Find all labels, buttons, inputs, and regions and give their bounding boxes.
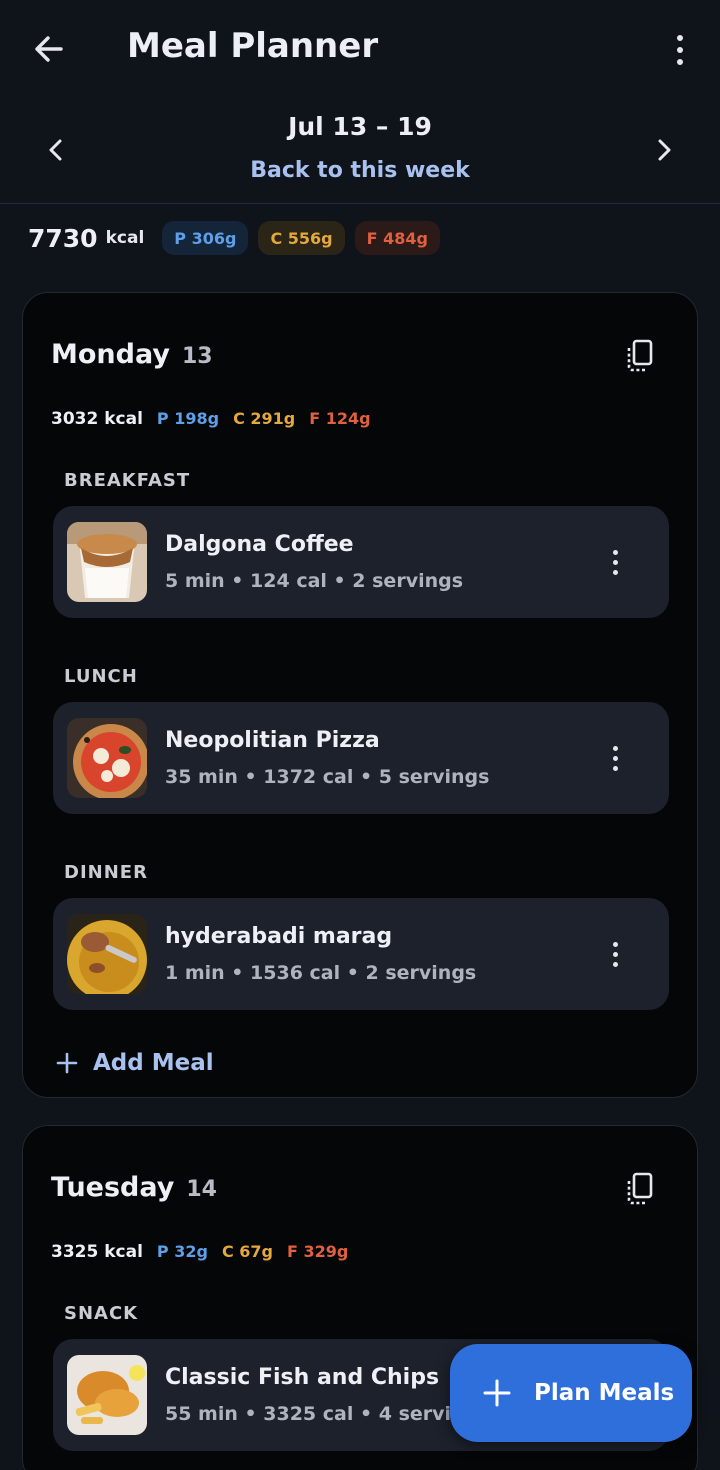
meal-meta: 1 min • 1536 cal • 2 servings	[165, 962, 477, 984]
day-card-monday: Monday 13 3032 kcal P 198g C 291g F 124g …	[22, 292, 698, 1098]
plus-icon	[483, 1379, 511, 1407]
meal-name: Dalgona Coffee	[165, 532, 354, 557]
meal-thumbnail-fish-and-chips	[67, 1355, 147, 1435]
day-fat: F 329g	[286, 1242, 349, 1261]
day-kcal: 3032 kcal	[51, 409, 143, 429]
section-label-snack: SNACK	[64, 1303, 139, 1324]
day-heading: Monday 13	[51, 339, 213, 370]
carbs-chip: C 556g	[258, 221, 345, 255]
day-macros: 3032 kcal P 198g C 291g F 124g	[51, 409, 371, 429]
meal-card[interactable]: Neopolitian Pizza 35 min • 1372 cal • 5 …	[53, 702, 669, 814]
meal-options-button[interactable]	[609, 544, 621, 580]
meal-card[interactable]: Dalgona Coffee 5 min • 124 cal • 2 servi…	[53, 506, 669, 618]
weekly-kcal-unit: kcal	[105, 228, 145, 248]
arrow-left-icon	[35, 36, 63, 62]
day-kcal: 3325 kcal	[51, 1242, 143, 1262]
back-to-this-week-link[interactable]: Back to this week	[0, 158, 720, 183]
meal-name: Classic Fish and Chips	[165, 1365, 440, 1390]
meal-meta: 35 min • 1372 cal • 5 servings	[165, 766, 490, 788]
plan-meals-label: Plan Meals	[534, 1380, 675, 1406]
copy-day-button[interactable]	[625, 1172, 657, 1206]
day-name: Tuesday	[51, 1172, 175, 1203]
more-vert-icon	[677, 35, 683, 65]
page-title: Meal Planner	[127, 26, 379, 66]
meal-name: Neopolitian Pizza	[165, 728, 380, 753]
meal-options-button[interactable]	[609, 740, 621, 776]
day-macros: 3325 kcal P 32g C 67g F 329g	[51, 1242, 348, 1262]
meal-thumbnail-hyderabadi-marag	[67, 914, 147, 994]
meal-meta: 55 min • 3325 cal • 4 servings	[165, 1403, 490, 1425]
overflow-menu-button[interactable]	[666, 30, 694, 70]
week-navigator: Jul 13 – 19 Back to this week	[0, 100, 720, 204]
day-protein: P 198g	[156, 409, 220, 428]
copy-icon	[627, 1172, 653, 1205]
plan-meals-fab[interactable]: Plan Meals	[450, 1344, 692, 1442]
back-button[interactable]	[28, 28, 70, 70]
day-carbs: C 67g	[221, 1242, 273, 1261]
day-protein: P 32g	[156, 1242, 208, 1261]
fat-chip: F 484g	[354, 221, 440, 255]
section-label-lunch: LUNCH	[64, 666, 138, 687]
app-bar: Meal Planner	[0, 0, 720, 96]
meal-thumbnail-neopolitian-pizza	[67, 718, 147, 798]
section-label-breakfast: BREAKFAST	[64, 470, 191, 491]
week-range: Jul 13 – 19	[288, 112, 432, 141]
day-name: Monday	[51, 339, 170, 370]
add-meal-label: Add Meal	[93, 1050, 214, 1076]
meal-name: hyderabadi marag	[165, 924, 393, 949]
weekly-summary: 7730 kcal P 306g C 556g F 484g	[28, 220, 450, 256]
day-heading: Tuesday 14	[51, 1172, 217, 1203]
add-meal-button[interactable]: Add Meal	[55, 1045, 214, 1081]
chevron-right-icon	[658, 139, 671, 161]
section-label-dinner: DINNER	[64, 862, 148, 883]
meal-card[interactable]: hyderabadi marag 1 min • 1536 cal • 2 se…	[53, 898, 669, 1010]
copy-icon	[627, 339, 653, 372]
plus-icon	[56, 1052, 78, 1074]
day-fat: F 124g	[309, 409, 371, 428]
weekly-kcal-value: 7730	[28, 223, 98, 253]
meal-meta: 5 min • 124 cal • 2 servings	[165, 570, 464, 592]
day-date: 13	[181, 344, 213, 369]
meal-thumbnail-dalgona-coffee	[67, 522, 147, 602]
next-week-button[interactable]	[646, 132, 682, 168]
meal-options-button[interactable]	[609, 936, 621, 972]
copy-day-button[interactable]	[625, 339, 657, 373]
day-carbs: C 291g	[233, 409, 296, 428]
day-date: 14	[186, 1177, 217, 1202]
protein-chip: P 306g	[162, 221, 249, 255]
